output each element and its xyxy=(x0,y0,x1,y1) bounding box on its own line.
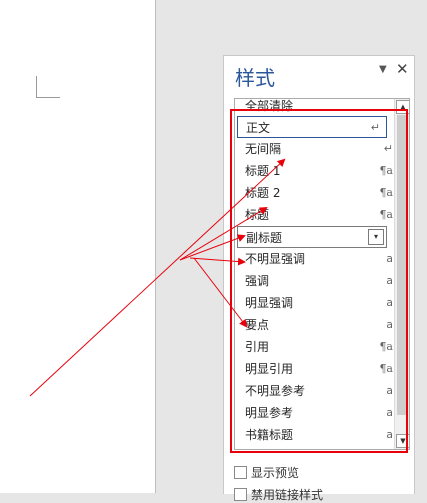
style-list-scrollbar[interactable]: ▲ ▼ xyxy=(394,99,409,449)
style-item-label: 标题 1 xyxy=(245,164,281,178)
character-style-icon: a xyxy=(386,274,393,287)
style-list: 全部清除 正文 ↵ 无间隔 ↵ 标题 1 ¶a 标题 2 ¶a 标题 ¶a 副标… xyxy=(234,98,410,450)
style-item-label: 正文 xyxy=(246,121,271,135)
paragraph-mark-icon: ↵ xyxy=(383,142,393,155)
character-style-icon: a xyxy=(386,384,393,397)
style-item-intense-reference[interactable]: 明显参考 a xyxy=(235,402,399,424)
style-item-no-spacing[interactable]: 无间隔 ↵ xyxy=(235,138,399,160)
scroll-down-icon[interactable]: ▼ xyxy=(396,434,409,448)
style-item-subtle-emphasis[interactable]: 不明显强调 a xyxy=(235,248,399,270)
style-item-subtitle[interactable]: 副标题 ▾ xyxy=(237,226,387,248)
style-item-normal[interactable]: 正文 ↵ xyxy=(237,116,387,138)
style-item-label: 标题 xyxy=(245,208,270,222)
style-item-intense-quote[interactable]: 明显引用 ¶a xyxy=(235,358,399,380)
style-item-label: 书籍标题 xyxy=(245,428,294,442)
linked-style-icon: ¶a xyxy=(379,362,393,375)
style-item-clear-all[interactable]: 全部清除 xyxy=(235,99,399,117)
style-item-label: 明显参考 xyxy=(245,406,294,420)
style-item-label: 强调 xyxy=(245,274,270,288)
style-item-label: 无间隔 xyxy=(245,142,282,156)
style-item-label: 全部清除 xyxy=(245,99,294,113)
paragraph-mark-icon: ↵ xyxy=(370,121,380,134)
document-page[interactable] xyxy=(0,0,156,493)
corner-mark-vertical xyxy=(36,76,37,98)
linked-style-icon: ¶a xyxy=(379,340,393,353)
linked-style-icon: ¶a xyxy=(379,186,393,199)
style-item-title[interactable]: 标题 ¶a xyxy=(235,204,399,226)
style-item-label: 要点 xyxy=(245,318,270,332)
page-corner-mark xyxy=(36,76,60,98)
style-item-subtle-reference[interactable]: 不明显参考 a xyxy=(235,380,399,402)
character-style-icon: a xyxy=(386,428,393,441)
style-item-label: 明显强调 xyxy=(245,296,294,310)
disable-linked-styles-checkbox[interactable] xyxy=(234,488,247,501)
style-item-label: 明显引用 xyxy=(245,362,294,376)
style-item-intense-emphasis[interactable]: 明显强调 a xyxy=(235,292,399,314)
corner-mark-horizontal xyxy=(36,97,60,98)
style-item-emphasis[interactable]: 强调 a xyxy=(235,270,399,292)
style-item-label: 引用 xyxy=(245,340,270,354)
character-style-icon: a xyxy=(386,318,393,331)
character-style-icon: a xyxy=(386,252,393,265)
style-item-label: 副标题 xyxy=(246,231,283,245)
style-item-label: 不明显参考 xyxy=(245,384,306,398)
style-item-strong[interactable]: 要点 a xyxy=(235,314,399,336)
style-item-quote[interactable]: 引用 ¶a xyxy=(235,336,399,358)
pane-options-icon[interactable]: ▼ xyxy=(379,64,387,75)
scroll-up-icon[interactable]: ▲ xyxy=(396,100,409,114)
disable-linked-styles-label: 禁用链接样式 xyxy=(251,488,324,502)
close-icon[interactable]: ✕ xyxy=(396,60,409,78)
linked-style-icon: ¶a xyxy=(379,164,393,177)
style-item-heading-2[interactable]: 标题 2 ¶a xyxy=(235,182,399,204)
show-preview-label: 显示预览 xyxy=(251,466,300,480)
pane-title: 样式 xyxy=(235,66,275,90)
styles-pane: 样式 ▼ ✕ 全部清除 正文 ↵ 无间隔 ↵ 标题 1 ¶a 标题 2 ¶a 标… xyxy=(223,55,415,502)
style-item-label: 不明显强调 xyxy=(245,252,306,266)
linked-style-icon: ¶a xyxy=(379,208,393,221)
scroll-thumb[interactable] xyxy=(397,115,407,415)
style-item-heading-1[interactable]: 标题 1 ¶a xyxy=(235,160,399,182)
character-style-icon: a xyxy=(386,296,393,309)
show-preview-checkbox[interactable] xyxy=(234,466,247,479)
style-item-book-title[interactable]: 书籍标题 a xyxy=(235,424,399,446)
chevron-down-icon[interactable]: ▾ xyxy=(368,229,384,245)
style-item-label: 标题 2 xyxy=(245,186,281,200)
character-style-icon: a xyxy=(386,406,393,419)
